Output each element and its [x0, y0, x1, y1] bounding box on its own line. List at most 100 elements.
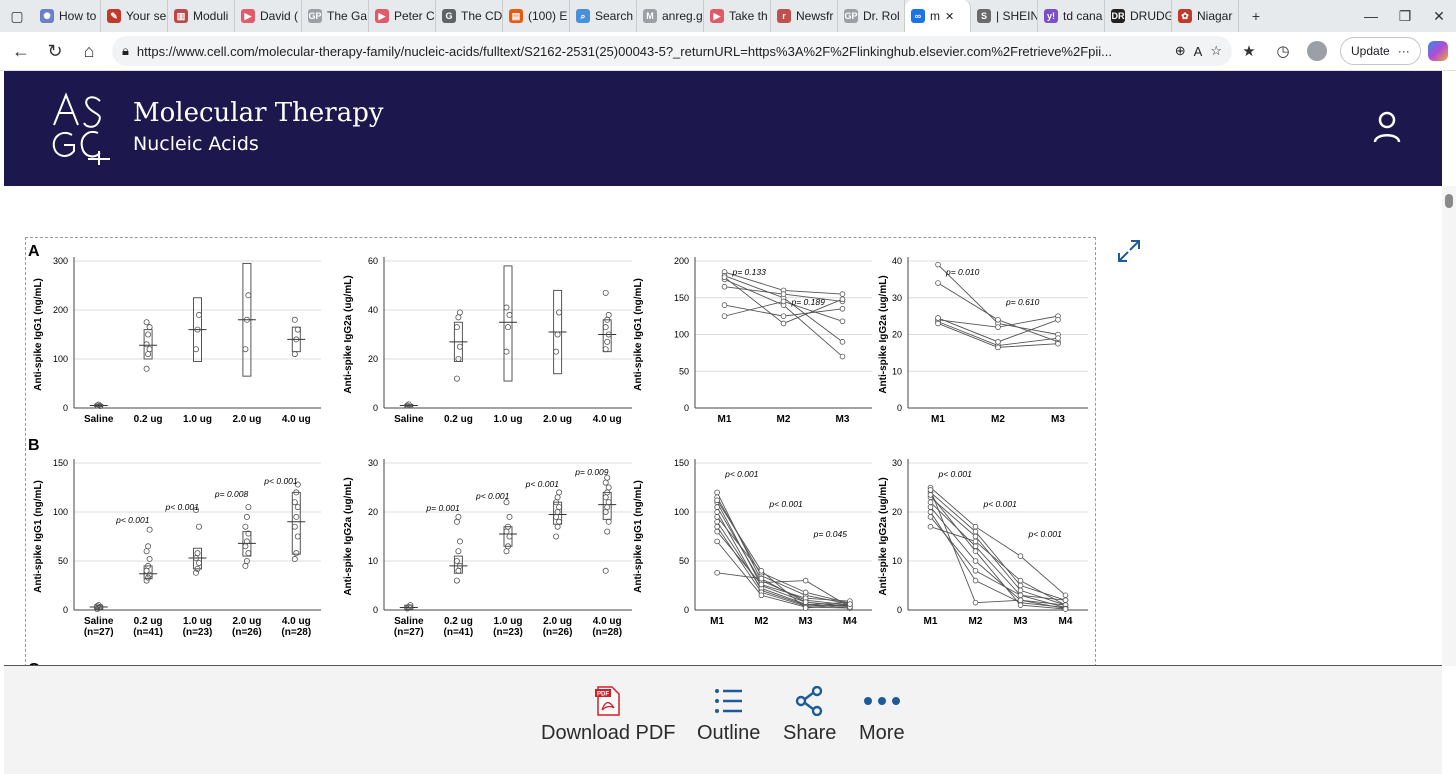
- browser-tab[interactable]: r Newsfr: [771, 0, 838, 32]
- browser-tab[interactable]: G The CD: [436, 0, 503, 32]
- browser-tab[interactable]: ▶ Peter C: [369, 0, 436, 32]
- p-value-label: p< 0.001: [263, 476, 298, 486]
- browser-tab[interactable]: DR DRUDG: [1105, 0, 1172, 32]
- favorites-icon[interactable]: ★: [1232, 34, 1266, 68]
- data-point: [714, 523, 720, 530]
- p-value-label: p= 0.010: [945, 267, 980, 277]
- x-tick-label: 4.0 ug: [282, 414, 311, 425]
- data-point: [1017, 582, 1024, 589]
- data-point: [972, 548, 979, 555]
- y-tick-label: 0: [373, 605, 378, 615]
- data-point: [602, 494, 609, 501]
- restore-button[interactable]: ❐: [1388, 0, 1422, 32]
- browser-tab[interactable]: GP The Ga: [302, 0, 369, 32]
- outline-button[interactable]: Outline: [697, 686, 760, 745]
- x-tick-n-label: (n=41): [444, 627, 474, 638]
- profile-avatar[interactable]: [1300, 34, 1334, 68]
- browser-tab[interactable]: S | SHEIN: [971, 0, 1038, 32]
- x-tick-label: 1.0 ug: [183, 414, 212, 425]
- data-point: [506, 533, 513, 540]
- browser-tab[interactable]: GP Dr. Rol: [838, 0, 905, 32]
- history-icon[interactable]: ◷: [1266, 34, 1300, 68]
- site-header: Molecular Therapy Nucleic Acids: [4, 71, 1442, 186]
- data-point: [145, 543, 152, 550]
- browser-tab[interactable]: ▥ Moduli: [168, 0, 235, 32]
- data-point: [145, 351, 152, 358]
- reload-button[interactable]: ↻: [38, 34, 72, 68]
- pdf-icon: PDF: [595, 686, 620, 716]
- browser-tab[interactable]: y! td cana: [1038, 0, 1105, 32]
- copilot-icon[interactable]: [1421, 34, 1455, 68]
- p-value-label: p= 0.001: [425, 503, 460, 513]
- zoom-icon[interactable]: ⊕: [1175, 43, 1186, 59]
- browser-tab[interactable]: ▶ David (: [235, 0, 302, 32]
- download-pdf-button[interactable]: PDF Download PDF: [541, 686, 676, 745]
- data-point: [721, 313, 728, 319]
- x-tick-label: 2.0 ug: [232, 414, 261, 425]
- close-tab-icon[interactable]: ✕: [945, 10, 954, 23]
- tab-label: Dr. Rol: [863, 9, 900, 23]
- panel-label: B: [28, 437, 40, 454]
- y-tick-label: 0: [373, 403, 378, 413]
- update-button[interactable]: Update ···: [1340, 37, 1421, 65]
- data-point: [714, 504, 720, 510]
- y-tick-label: 150: [674, 458, 689, 468]
- asgct-logo-icon[interactable]: [48, 91, 112, 165]
- x-tick-label: Saline: [84, 414, 114, 425]
- more-label: More: [859, 722, 905, 744]
- page-scrollbar[interactable]: [1442, 186, 1456, 666]
- home-button[interactable]: ⌂: [72, 34, 106, 68]
- p-value-label: p< 0.001: [983, 499, 1018, 509]
- x-tick-label: 4.0 ug: [282, 616, 311, 627]
- minimize-button[interactable]: —: [1354, 0, 1388, 32]
- browser-tab[interactable]: ✎ Your se: [101, 0, 168, 32]
- share-button[interactable]: Share: [783, 686, 836, 745]
- scrollbar-thumb[interactable]: [1445, 194, 1453, 208]
- new-tab-button[interactable]: +: [1239, 0, 1273, 32]
- figure-frame[interactable]: ABC0100200300Anti-spike IgG1 (ng/mL)Sali…: [25, 237, 1096, 666]
- lock-icon[interactable]: 🔒︎: [122, 43, 129, 59]
- read-aloud-icon[interactable]: A: [1194, 44, 1203, 59]
- browser-tab[interactable]: ∞ m ✕: [905, 0, 971, 32]
- y-tick-label: 300: [53, 256, 68, 266]
- url-field[interactable]: 🔒︎ https://www.cell.com/molecular-therap…: [112, 36, 1232, 66]
- more-button[interactable]: More: [859, 686, 905, 745]
- data-point: [1017, 602, 1024, 608]
- y-tick-label: 100: [53, 354, 68, 364]
- share-label: Share: [783, 722, 837, 744]
- tab-actions-icon[interactable]: ▢: [0, 0, 34, 32]
- browser-tab[interactable]: Manreg.g: [637, 0, 704, 32]
- close-window-button[interactable]: ✕: [1422, 0, 1456, 32]
- back-button[interactable]: ←: [4, 34, 38, 68]
- data-point: [145, 331, 152, 338]
- data-point: [146, 346, 153, 353]
- data-point: [839, 318, 846, 325]
- tab-label: Niagar: [1197, 9, 1233, 23]
- data-point: [1055, 340, 1061, 347]
- favorite-star-icon[interactable]: ☆: [1210, 43, 1222, 59]
- tab-label: Your se: [126, 9, 167, 23]
- journal-title[interactable]: Molecular Therapy: [133, 98, 384, 128]
- user-account-icon[interactable]: [1372, 111, 1402, 143]
- data-point: [972, 543, 979, 550]
- data-point: [780, 291, 787, 297]
- browser-tab[interactable]: ▤ (100) E: [503, 0, 570, 32]
- expand-figure-icon[interactable]: [1116, 238, 1142, 264]
- tab-favicon-icon: ✿: [1178, 9, 1192, 23]
- data-point: [927, 499, 934, 506]
- journal-subtitle[interactable]: Nucleic Acids: [133, 133, 259, 155]
- browser-tab[interactable]: ✺ How to: [34, 0, 101, 32]
- series-line: [937, 282, 1059, 343]
- data-point: [455, 513, 462, 520]
- x-tick-n-label: (n=26): [232, 627, 262, 638]
- data-point: [242, 523, 249, 530]
- data-point: [714, 569, 720, 576]
- p-value-label: p= 0.189: [791, 297, 826, 307]
- browser-tab[interactable]: ✿ Niagar: [1172, 0, 1239, 32]
- y-tick-label: 0: [897, 403, 902, 413]
- data-point: [195, 311, 202, 318]
- data-point: [780, 320, 787, 327]
- browser-tab[interactable]: ⌕ Search: [570, 0, 637, 32]
- box: [291, 491, 301, 555]
- browser-tab[interactable]: ▶ Take th: [704, 0, 771, 32]
